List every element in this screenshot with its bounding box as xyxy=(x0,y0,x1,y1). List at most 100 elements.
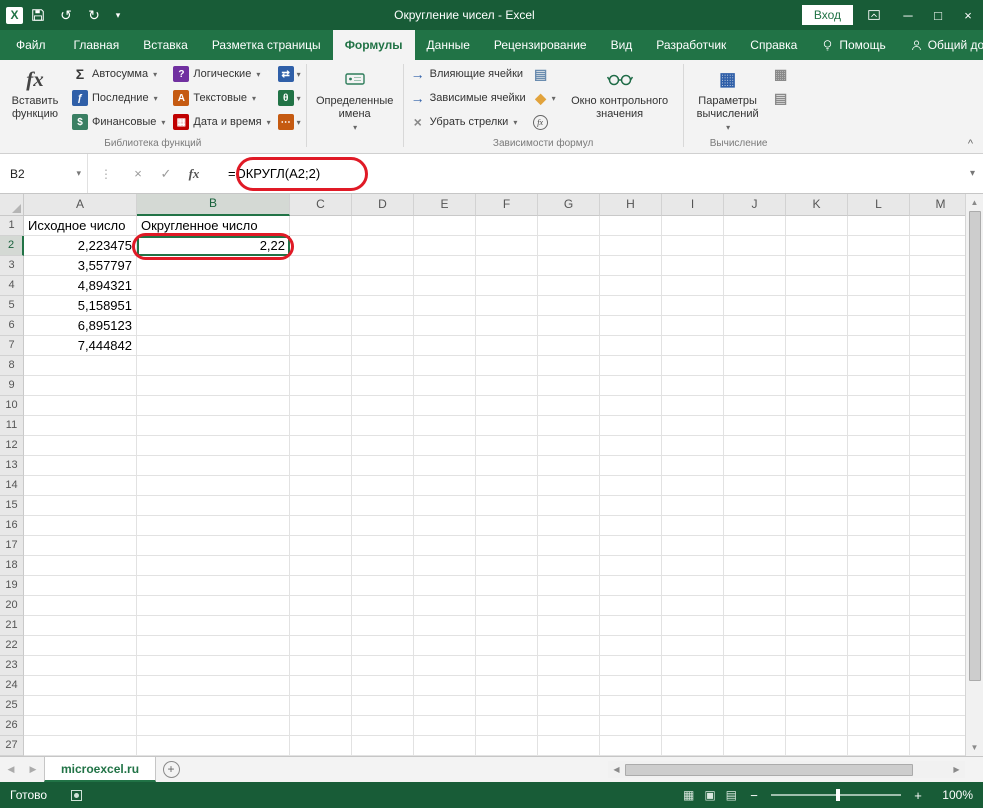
cell-J22[interactable] xyxy=(724,636,786,656)
cell-J14[interactable] xyxy=(724,476,786,496)
column-header-L[interactable]: L xyxy=(848,194,910,216)
cell-E13[interactable] xyxy=(414,456,476,476)
zoom-slider-thumb[interactable] xyxy=(836,789,840,801)
cell-A12[interactable] xyxy=(24,436,137,456)
cell-I2[interactable] xyxy=(662,236,724,256)
row-header-22[interactable]: 22 xyxy=(0,636,24,656)
cell-I22[interactable] xyxy=(662,636,724,656)
cell-I19[interactable] xyxy=(662,576,724,596)
new-sheet-button[interactable]: + xyxy=(156,757,186,782)
cell-H3[interactable] xyxy=(600,256,662,276)
cell-B24[interactable] xyxy=(137,676,290,696)
cell-J15[interactable] xyxy=(724,496,786,516)
cell-K9[interactable] xyxy=(786,376,848,396)
zoom-level[interactable]: 100% xyxy=(935,788,973,802)
cell-I21[interactable] xyxy=(662,616,724,636)
cell-M6[interactable] xyxy=(910,316,965,336)
cell-D26[interactable] xyxy=(352,716,414,736)
cell-G20[interactable] xyxy=(538,596,600,616)
cell-L5[interactable] xyxy=(848,296,910,316)
cell-D18[interactable] xyxy=(352,556,414,576)
ribbon-display-options-icon[interactable] xyxy=(867,8,881,22)
cell-I5[interactable] xyxy=(662,296,724,316)
cell-L23[interactable] xyxy=(848,656,910,676)
cell-L22[interactable] xyxy=(848,636,910,656)
row-header-4[interactable]: 4 xyxy=(0,276,24,296)
cell-H8[interactable] xyxy=(600,356,662,376)
cell-C13[interactable] xyxy=(290,456,352,476)
column-header-G[interactable]: G xyxy=(538,194,600,216)
vertical-scroll-thumb[interactable] xyxy=(969,211,981,681)
cell-L26[interactable] xyxy=(848,716,910,736)
cell-F1[interactable] xyxy=(476,216,538,236)
cell-F13[interactable] xyxy=(476,456,538,476)
cell-G24[interactable] xyxy=(538,676,600,696)
cell-L25[interactable] xyxy=(848,696,910,716)
cell-M8[interactable] xyxy=(910,356,965,376)
cell-A4[interactable]: 4,894321 xyxy=(24,276,137,296)
calculate-sheet-button[interactable]: ▤ xyxy=(770,86,792,110)
cell-C11[interactable] xyxy=(290,416,352,436)
cell-B10[interactable] xyxy=(137,396,290,416)
ribbon-tab-вид[interactable]: Вид xyxy=(599,30,645,60)
cell-F12[interactable] xyxy=(476,436,538,456)
cell-H12[interactable] xyxy=(600,436,662,456)
cell-C21[interactable] xyxy=(290,616,352,636)
cell-G17[interactable] xyxy=(538,536,600,556)
cell-L21[interactable] xyxy=(848,616,910,636)
cell-D9[interactable] xyxy=(352,376,414,396)
cell-M7[interactable] xyxy=(910,336,965,356)
share-button[interactable]: Общий доступ xyxy=(898,30,983,60)
cell-E21[interactable] xyxy=(414,616,476,636)
cell-I10[interactable] xyxy=(662,396,724,416)
cell-M27[interactable] xyxy=(910,736,965,756)
cell-H17[interactable] xyxy=(600,536,662,556)
cell-J26[interactable] xyxy=(724,716,786,736)
cell-F11[interactable] xyxy=(476,416,538,436)
cell-K6[interactable] xyxy=(786,316,848,336)
cell-L6[interactable] xyxy=(848,316,910,336)
column-header-I[interactable]: I xyxy=(662,194,724,216)
cell-A26[interactable] xyxy=(24,716,137,736)
cell-M26[interactable] xyxy=(910,716,965,736)
cell-J23[interactable] xyxy=(724,656,786,676)
cell-E27[interactable] xyxy=(414,736,476,756)
cell-J8[interactable] xyxy=(724,356,786,376)
cell-J6[interactable] xyxy=(724,316,786,336)
sheet-nav-right-icon[interactable]: ▶ xyxy=(22,757,44,782)
cell-H6[interactable] xyxy=(600,316,662,336)
cell-C17[interactable] xyxy=(290,536,352,556)
cell-F9[interactable] xyxy=(476,376,538,396)
select-all-corner[interactable] xyxy=(0,194,24,216)
cell-J10[interactable] xyxy=(724,396,786,416)
column-header-B[interactable]: B xyxy=(137,194,290,216)
cell-B8[interactable] xyxy=(137,356,290,376)
cell-F7[interactable] xyxy=(476,336,538,356)
cell-J3[interactable] xyxy=(724,256,786,276)
cell-G19[interactable] xyxy=(538,576,600,596)
cell-E8[interactable] xyxy=(414,356,476,376)
cell-G2[interactable] xyxy=(538,236,600,256)
row-header-5[interactable]: 5 xyxy=(0,296,24,316)
cell-D22[interactable] xyxy=(352,636,414,656)
cell-L3[interactable] xyxy=(848,256,910,276)
cell-C12[interactable] xyxy=(290,436,352,456)
show-formulas-button[interactable]: ▤ xyxy=(530,62,559,86)
cell-M15[interactable] xyxy=(910,496,965,516)
cell-E3[interactable] xyxy=(414,256,476,276)
cell-D21[interactable] xyxy=(352,616,414,636)
evaluate-formula-button[interactable]: fx xyxy=(530,110,559,134)
scroll-right-icon[interactable]: ▶ xyxy=(948,765,965,774)
autosum-button[interactable]: Σ Автосумма▾ xyxy=(68,62,169,86)
cell-J2[interactable] xyxy=(724,236,786,256)
cell-A2[interactable]: 2,223475 xyxy=(24,236,137,256)
cell-G14[interactable] xyxy=(538,476,600,496)
recent-functions-button[interactable]: ƒ Последние▾ xyxy=(68,86,169,110)
cell-M24[interactable] xyxy=(910,676,965,696)
horizontal-scrollbar[interactable]: ◀ ▶ xyxy=(608,761,965,778)
sheet-nav-left-icon[interactable]: ◀ xyxy=(0,757,22,782)
cell-C9[interactable] xyxy=(290,376,352,396)
ribbon-tab-разработчик[interactable]: Разработчик xyxy=(644,30,738,60)
cell-B27[interactable] xyxy=(137,736,290,756)
cell-A8[interactable] xyxy=(24,356,137,376)
